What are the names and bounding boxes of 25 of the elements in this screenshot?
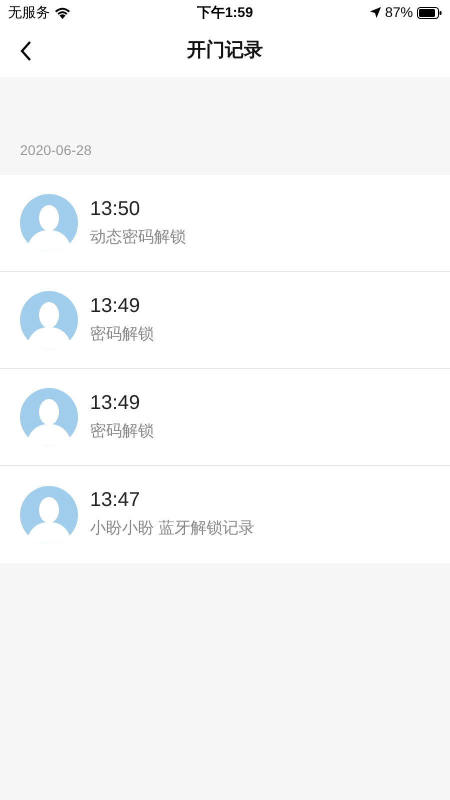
record-time: 13:47: [90, 488, 142, 513]
avatar-icon: [20, 291, 78, 349]
record-row[interactable]: 13:49 密码解锁: [0, 369, 450, 466]
record-row[interactable]: 13:49 密码解锁: [0, 272, 450, 369]
record-row[interactable]: 13:47 小盼小盼 蓝牙解锁记录: [0, 466, 450, 563]
page-title: 开门记录: [187, 38, 263, 63]
record-time: 13:49: [90, 294, 142, 318]
avatar-icon: [20, 388, 78, 446]
record-description: 密码解锁: [90, 324, 154, 344]
carrier-text: 无服务: [8, 3, 50, 22]
record-description: 密码解锁: [90, 422, 154, 442]
wifi-icon: [54, 6, 71, 19]
clock-text: 下午1:59: [196, 3, 254, 22]
record-description: 小盼小盼 蓝牙解锁记录: [90, 518, 254, 539]
date-text: 2020-06-28: [20, 140, 92, 160]
avatar-icon: [20, 486, 78, 544]
record-time: 13:50: [90, 196, 142, 222]
record-time: 13:49: [90, 390, 142, 416]
battery-icon: [417, 6, 442, 18]
location-arrow-icon: [370, 7, 381, 18]
back-chevron-icon: [20, 41, 32, 61]
avatar-icon: [20, 194, 78, 252]
record-row[interactable]: 13:50 动态密码解锁: [0, 175, 450, 272]
record-description: 动态密码解锁: [90, 228, 186, 248]
battery-percent-text: 87%: [384, 3, 413, 22]
